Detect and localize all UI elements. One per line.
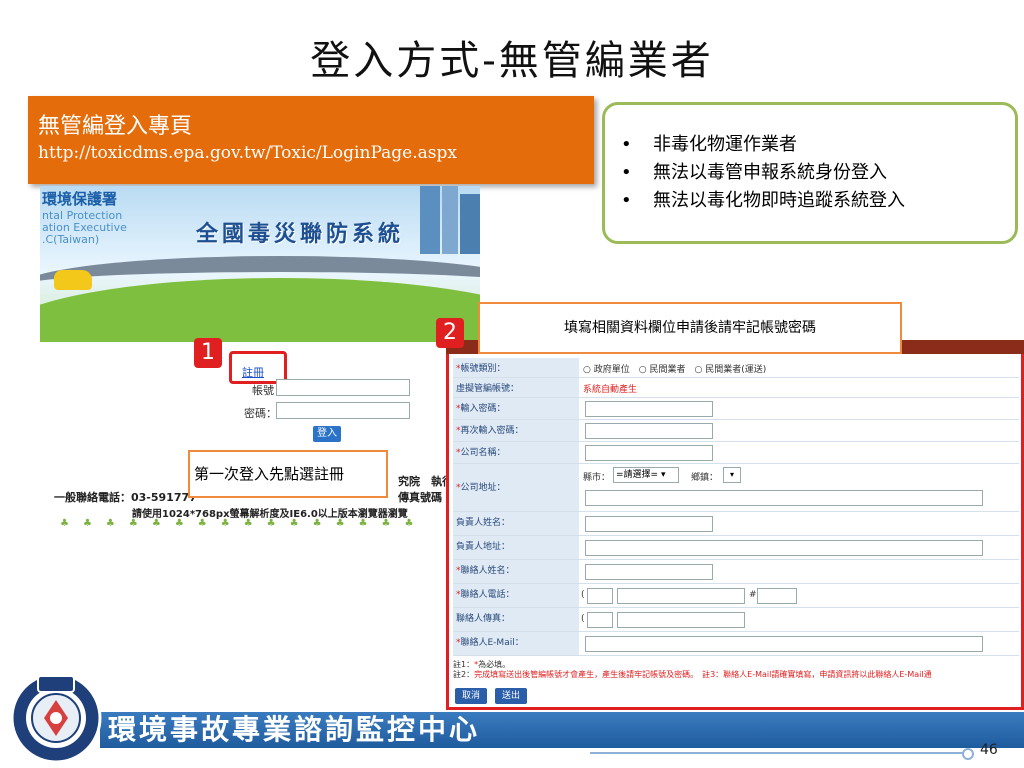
car-icon bbox=[54, 270, 92, 290]
account-type-options[interactable]: ○ 政府單位 ○ 民間業者 ○ 民間業者(運送) bbox=[583, 362, 766, 375]
contact-phone: 一般聯絡電話：03-591777 bbox=[54, 491, 197, 504]
url-box-label: 無管編登入專頁 bbox=[38, 114, 193, 139]
contact-fax: 傳真號碼 bbox=[398, 491, 442, 504]
page-number: 46 bbox=[980, 742, 998, 758]
form-row-address: *公司地址： 縣市： =請選擇= ▾ 鄉鎮： ▾ bbox=[453, 464, 1019, 512]
county-label: 縣市： bbox=[583, 473, 611, 483]
township-select[interactable]: ▾ bbox=[723, 467, 741, 483]
note-item: 非毒化物運作業者 bbox=[621, 131, 1005, 159]
virtual-account-label: 虛擬管編帳號： bbox=[453, 378, 579, 397]
owner-address-input[interactable] bbox=[585, 540, 983, 556]
submit-button[interactable]: 送出 bbox=[495, 688, 528, 704]
account-input[interactable] bbox=[276, 379, 410, 396]
form-notes: 註1：*為必填。 註2：完成填寫送出後管編帳號才會產生，產生後請牢記帳號及密碼。… bbox=[453, 660, 932, 679]
footer-dot bbox=[962, 748, 974, 760]
contact-name-input[interactable] bbox=[585, 564, 713, 580]
step2-badge: 2 bbox=[436, 318, 464, 348]
step1-badge: 1 bbox=[194, 338, 222, 368]
password-form-input[interactable] bbox=[585, 401, 713, 417]
note-item: 無法以毒化物即時追蹤系統登入 bbox=[621, 187, 1005, 215]
contact-fax-label: 聯絡人傳真： bbox=[453, 608, 579, 631]
fax-number-input[interactable] bbox=[617, 612, 745, 628]
building-graphic bbox=[460, 194, 480, 254]
password-confirm-input[interactable] bbox=[585, 423, 713, 439]
owner-label: 負責人姓名： bbox=[453, 512, 579, 535]
contact-name-label: 聯絡人姓名： bbox=[460, 566, 515, 576]
password-input[interactable] bbox=[276, 402, 410, 419]
fax-area-input[interactable] bbox=[587, 612, 613, 628]
step2-hint: 填寫相關資料欄位申請後請牢記帳號密碼 bbox=[478, 302, 902, 354]
login-button[interactable]: 登入 bbox=[313, 426, 341, 442]
url-box: 無管編登入專頁 http://toxicdms.epa.gov.tw/Toxic… bbox=[28, 96, 594, 184]
cancel-button[interactable]: 取消 bbox=[455, 688, 488, 704]
county-select[interactable]: =請選擇= ▾ bbox=[613, 467, 679, 483]
phone-area-input[interactable] bbox=[587, 588, 613, 604]
company-input[interactable] bbox=[585, 445, 713, 461]
sprout-decoration: ♣♣♣♣♣♣♣♣♣♣♣♣♣♣♣♣ bbox=[60, 518, 428, 529]
building-graphic bbox=[420, 186, 440, 254]
login-url[interactable]: http://toxicdms.epa.gov.tw/Toxic/LoginPa… bbox=[38, 140, 584, 166]
contact-phone-label: 聯絡人電話： bbox=[460, 590, 515, 600]
form-row-company: *公司名稱： bbox=[453, 442, 1019, 464]
org-subtitle: ntal Protection ation Executive .C(Taiwa… bbox=[42, 209, 127, 246]
note-item: 無法以毒管申報系統身份登入 bbox=[621, 159, 1005, 187]
password-form-label: 輸入密碼： bbox=[460, 404, 506, 414]
registration-form: *帳號類別： ○ 政府單位 ○ 民間業者 ○ 民間業者(運送) 虛擬管編帳號： … bbox=[446, 354, 1024, 710]
contact-email-input[interactable] bbox=[585, 636, 983, 652]
notes-box: 非毒化物運作業者 無法以毒管申報系統身份登入 無法以毒化物即時追蹤系統登入 bbox=[602, 102, 1018, 244]
contact-right: 究院 執行 bbox=[398, 475, 453, 488]
slide-footer: 環境事故專業諮詢監控中心 46 bbox=[0, 712, 1024, 768]
footer-line bbox=[590, 752, 970, 754]
system-banner: 環境保護署 ntal Protection ation Executive .C… bbox=[40, 186, 480, 342]
form-row-password-confirm: *再次輸入密碼： bbox=[453, 420, 1019, 442]
form-row-contact-phone: *聯絡人電話： ( # bbox=[453, 584, 1019, 608]
form-row-contact-fax: 聯絡人傳真： ( bbox=[453, 608, 1019, 632]
township-label: 鄉鎮： bbox=[691, 473, 719, 483]
company-label: 公司名稱： bbox=[460, 448, 506, 458]
owner-address-label: 負責人地址： bbox=[453, 536, 579, 559]
step1-hint: 第一次登入先點選註冊 bbox=[188, 450, 388, 498]
org-name: 環境保護署 bbox=[42, 190, 118, 208]
form-row-virtual-account: 虛擬管編帳號： 系統自動產生 bbox=[453, 378, 1019, 398]
contact-email-label: 聯絡人E-Mail： bbox=[460, 638, 524, 648]
account-type-label: 帳號類別： bbox=[460, 364, 506, 374]
form-row-contact-name: *聯絡人姓名： bbox=[453, 560, 1019, 584]
password-confirm-label: 再次輸入密碼： bbox=[460, 426, 524, 436]
form-row-owner: 負責人姓名： bbox=[453, 512, 1019, 536]
building-graphic bbox=[442, 186, 458, 254]
slide-title: 登入方式-無管編業者 bbox=[310, 38, 714, 84]
form-row-owner-address: 負責人地址： bbox=[453, 536, 1019, 560]
address-input[interactable] bbox=[585, 490, 983, 506]
form-row-account-type: *帳號類別： ○ 政府單位 ○ 民間業者 ○ 民間業者(運送) bbox=[453, 358, 1019, 378]
center-name: 環境事故專業諮詢監控中心 bbox=[108, 713, 481, 746]
phone-ext-input[interactable] bbox=[757, 588, 797, 604]
address-label: 公司地址： bbox=[460, 483, 506, 493]
system-name: 全國毒災聯防系統 bbox=[196, 222, 405, 247]
eric-logo-icon bbox=[10, 672, 102, 764]
form-row-password: *輸入密碼： bbox=[453, 398, 1019, 420]
owner-input[interactable] bbox=[585, 516, 713, 532]
virtual-account-value: 系統自動產生 bbox=[583, 385, 638, 395]
phone-number-input[interactable] bbox=[617, 588, 745, 604]
password-label: 密碼： bbox=[244, 407, 277, 420]
form-row-contact-email: *聯絡人E-Mail： bbox=[453, 632, 1019, 656]
